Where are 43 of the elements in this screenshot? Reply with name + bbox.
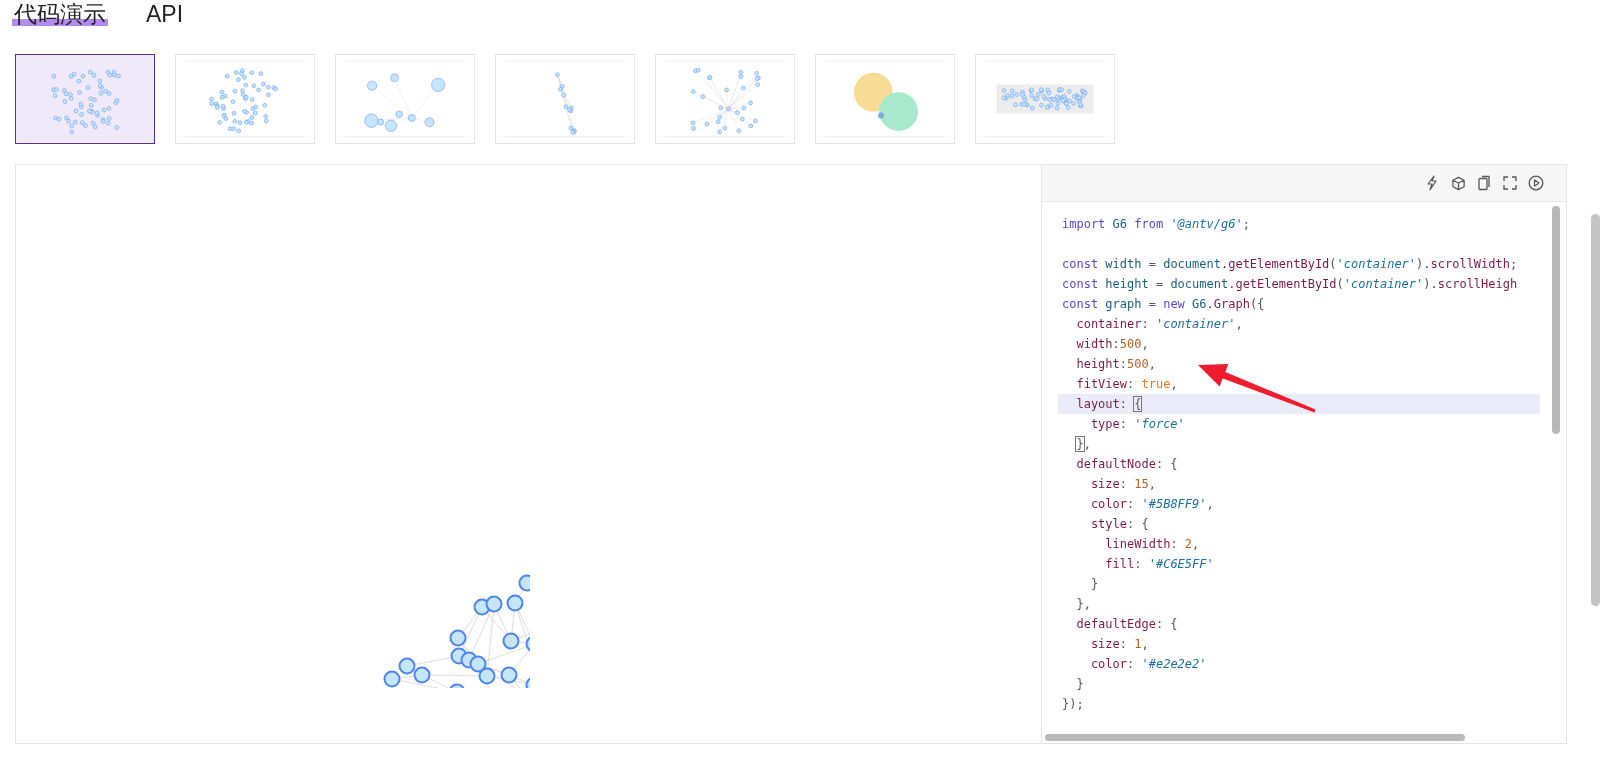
graph-node [413,666,431,684]
graph-node [469,655,487,673]
tab[interactable]: API [144,0,186,28]
code-line: }); [1061,696,1085,713]
code-line: const height = document.getElementById('container').scrollHeigh [1061,276,1519,293]
code-line: lineWidth: 2, [1104,536,1201,553]
graph-node [525,635,530,653]
code-line: defaultEdge: { [1075,616,1179,633]
graph-node [506,594,524,612]
graph-node [449,629,467,647]
code-line: fitView: true, [1075,376,1179,393]
scrollbar[interactable] [1552,206,1560,434]
code-line: }, [1075,436,1092,453]
graph-node [398,657,416,675]
graph-node [502,632,520,650]
graph-node [383,670,401,688]
code-line: width:500, [1075,336,1150,353]
code-line: size: 1, [1089,636,1150,653]
code-line: height:500, [1075,356,1157,373]
graph-node [478,667,496,685]
code-line: type: 'force' [1089,416,1186,433]
graph-node [485,595,503,613]
code-line: size: 15, [1089,476,1157,493]
code-line: color: '#5B8FF9', [1089,496,1215,513]
graph-node [500,666,518,684]
code-line: color: '#e2e2e2' [1089,656,1208,673]
code-line: defaultNode: { [1075,456,1179,473]
code-line: } [1075,676,1085,693]
graph-node [525,676,530,688]
code-line: const width = document.getElementById('container').scrollWidth; [1061,256,1519,273]
code-line: container: 'container', [1075,316,1244,333]
code-line: }, [1075,596,1092,613]
example-thumbnail[interactable] [15,54,155,144]
code-line: import G6 from '@antv/g6'; [1061,216,1251,233]
tab[interactable]: 代码演示 [12,0,108,28]
code-line: } [1089,576,1100,593]
scrollbar[interactable] [1591,214,1600,606]
scrollbar[interactable] [1045,734,1465,741]
graph-node [518,574,530,592]
graph-node [448,683,466,688]
code-line: const graph = new G6.Graph({ [1061,296,1266,313]
code-line: fill: '#C6E5FF' [1104,556,1215,573]
code-line: style: { [1089,516,1150,533]
